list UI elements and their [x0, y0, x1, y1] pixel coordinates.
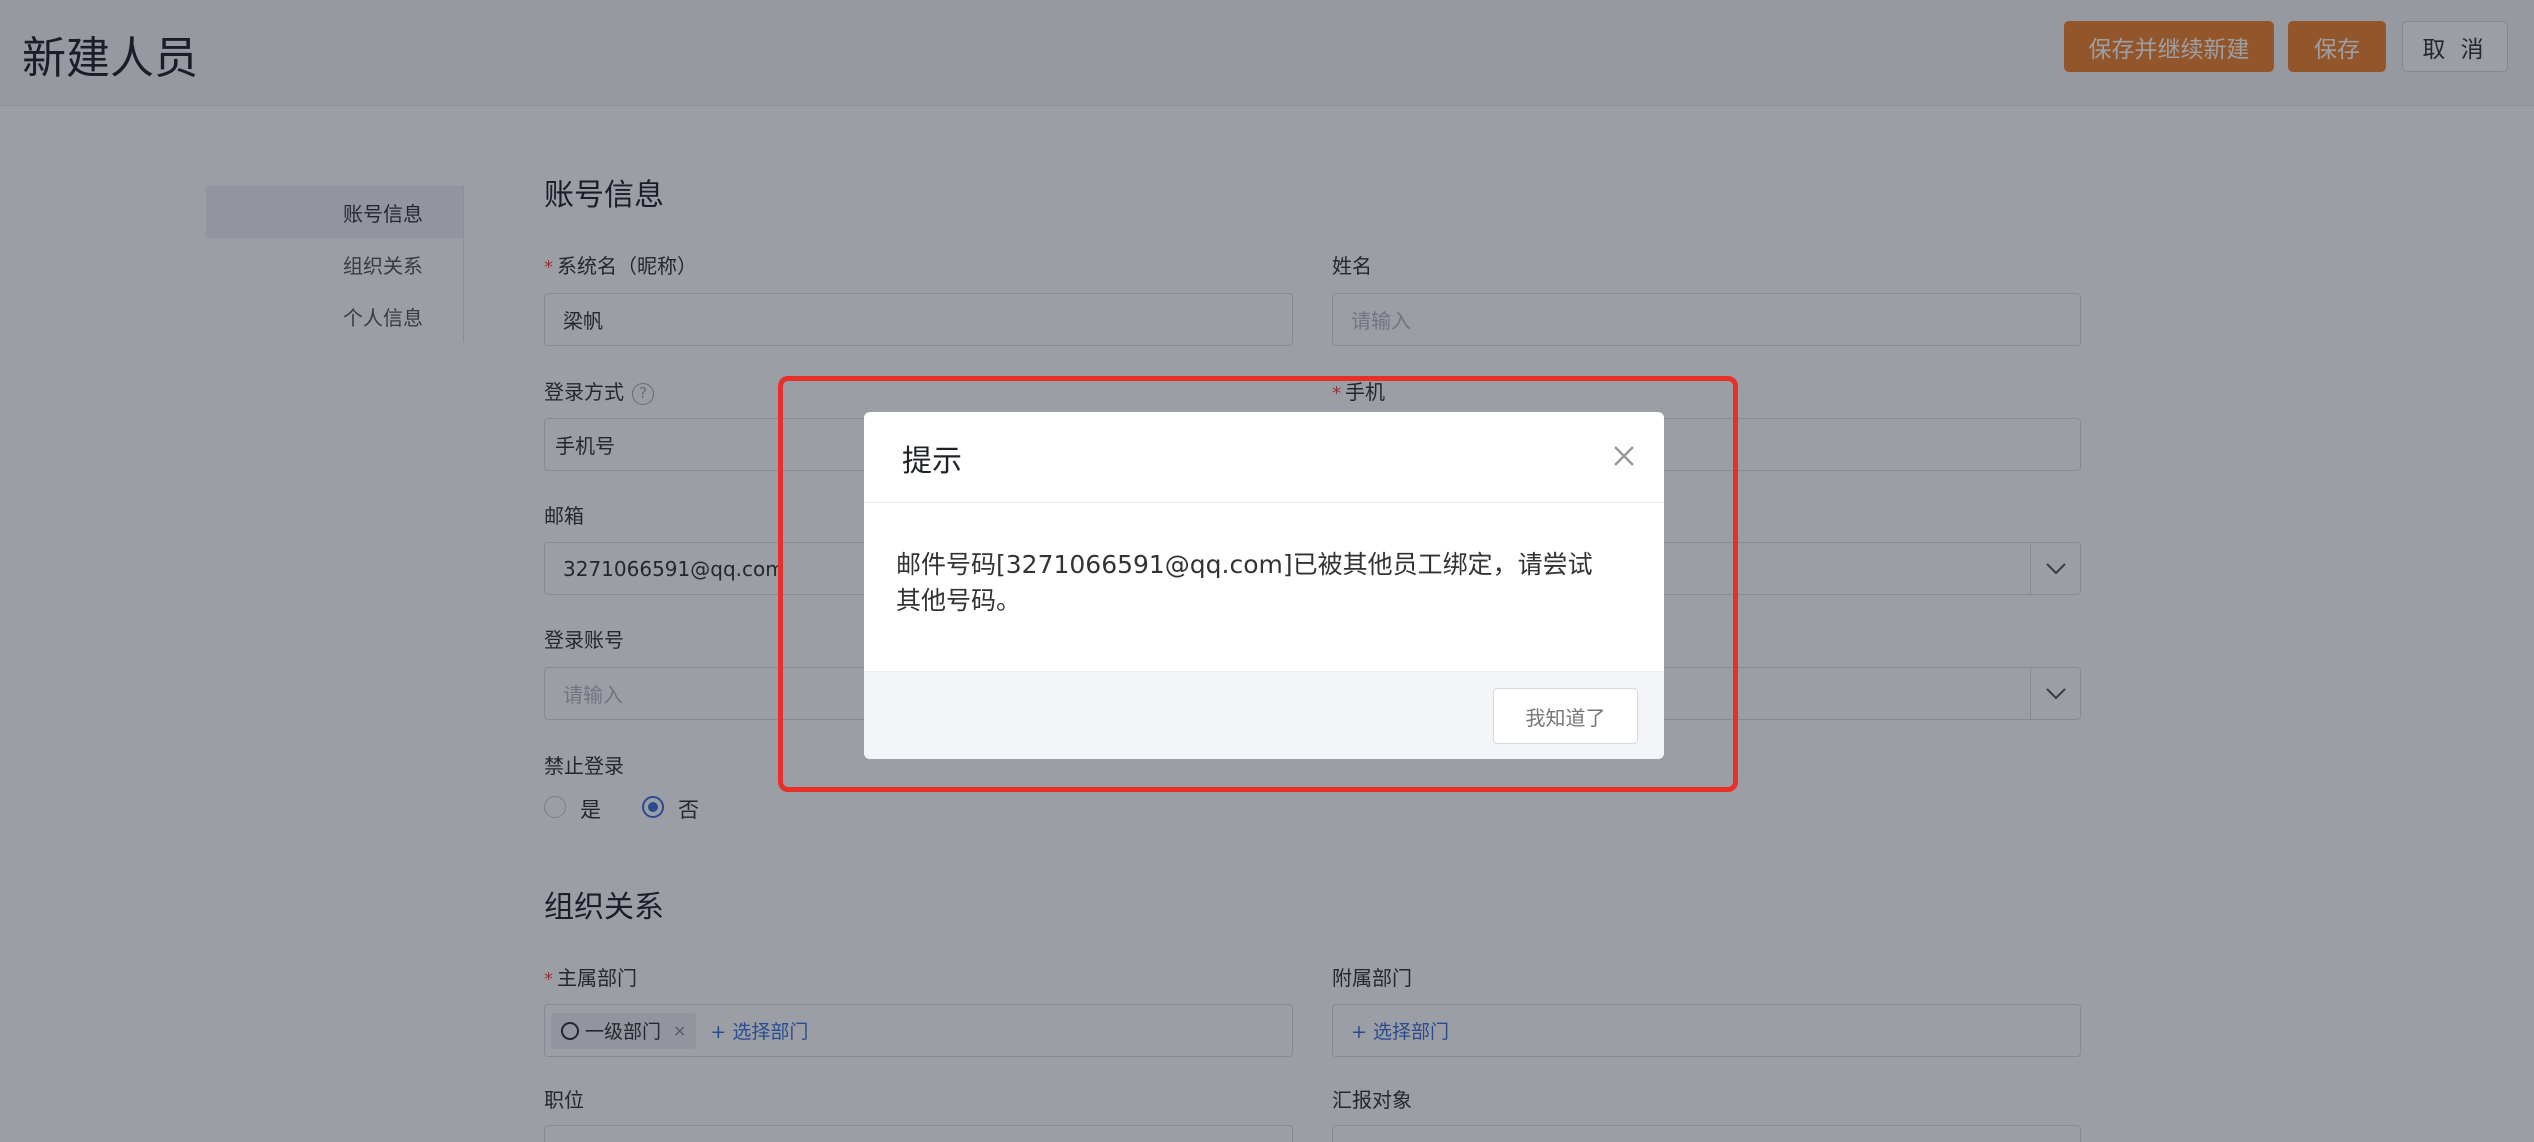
- highlight-box: [778, 376, 1738, 792]
